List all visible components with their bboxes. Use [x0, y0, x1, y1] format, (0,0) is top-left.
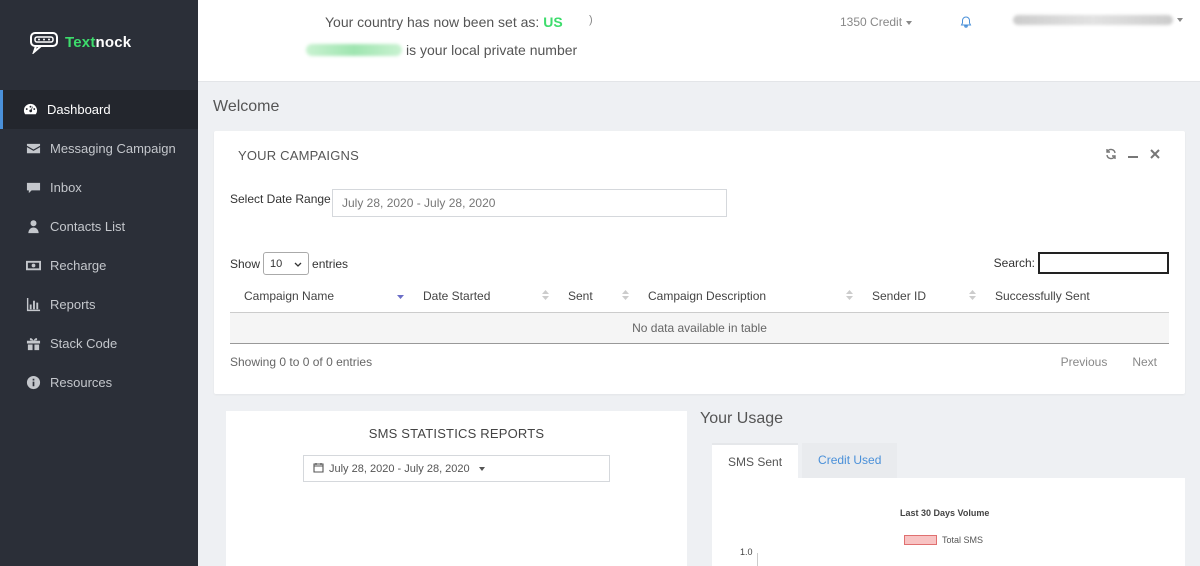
y-axis-tick: 1.0 [740, 547, 753, 557]
usage-chart: Last 30 Days Volume Total SMS 1.0 [712, 478, 1185, 566]
credit-dropdown[interactable]: 1350 Credit [840, 15, 913, 29]
sidebar-item-stack-code[interactable]: Stack Code [0, 324, 198, 363]
column-header-campaign-name[interactable]: Campaign Name [244, 289, 334, 303]
user-icon [25, 219, 41, 235]
sort-icon[interactable] [969, 289, 976, 301]
envelope-icon [25, 141, 41, 157]
date-range-input[interactable] [332, 189, 727, 217]
sidebar-item-label: Inbox [50, 180, 82, 195]
sms-statistics-panel: SMS STATISTICS REPORTS July 28, 2020 - J… [226, 411, 687, 566]
entries-length-control: Show 10 entries [230, 252, 348, 275]
country-code: US [543, 14, 563, 30]
sms-statistics-title: SMS STATISTICS REPORTS [368, 426, 545, 441]
table-search: Search: [994, 252, 1169, 274]
sidebar-item-contacts-list[interactable]: Contacts List [0, 207, 198, 246]
table-header: Campaign Name Date Started Sent Campaign… [230, 279, 1169, 313]
sidebar-item-label: Stack Code [50, 336, 118, 351]
minimize-icon[interactable] [1127, 148, 1139, 160]
pagination: Previous Next [1061, 355, 1157, 369]
sidebar-item-reports[interactable]: Reports [0, 285, 198, 324]
sidebar-item-label: Messaging Campaign [50, 141, 176, 156]
sidebar-item-resources[interactable]: Resources [0, 363, 198, 402]
brand-logo[interactable]: Textnock [30, 30, 132, 56]
user-account-dropdown[interactable] [1013, 15, 1183, 25]
next-button[interactable]: Next [1132, 355, 1157, 369]
dashboard-icon [22, 102, 38, 118]
usage-tabs: SMS Sent Credit Used [712, 443, 898, 478]
column-header-campaign-description[interactable]: Campaign Description [648, 289, 766, 303]
sms-date-range-picker[interactable]: July 28, 2020 - July 28, 2020 [303, 455, 610, 482]
panel-tools [1105, 148, 1161, 160]
search-input[interactable] [1038, 252, 1169, 274]
date-range-label: Select Date Range [230, 192, 331, 206]
panel-title: YOUR CAMPAIGNS [238, 148, 360, 163]
sort-icon[interactable] [622, 289, 629, 301]
table-info: Showing 0 to 0 of 0 entries [230, 355, 373, 369]
column-header-sender-id[interactable]: Sender ID [872, 289, 926, 303]
y-axis-line [757, 553, 758, 566]
column-header-sent[interactable]: Sent [568, 289, 593, 303]
sidebar-item-label: Dashboard [47, 102, 111, 117]
gift-icon [25, 336, 41, 352]
sidebar: Textnock Dashboard Messaging Campaign In… [0, 0, 198, 566]
column-header-date-started[interactable]: Date Started [423, 289, 490, 303]
refresh-icon[interactable] [1105, 148, 1117, 160]
redacted-email [1013, 15, 1173, 25]
private-number-notice: is your local private number [306, 42, 577, 58]
column-header-successfully-sent[interactable]: Successfully Sent [995, 289, 1090, 303]
sidebar-item-label: Resources [50, 375, 113, 390]
sidebar-item-label: Recharge [50, 258, 107, 273]
sort-desc-icon[interactable] [397, 289, 404, 301]
caret-down-icon [1177, 18, 1183, 22]
sidebar-item-label: Reports [50, 297, 96, 312]
tab-sms-sent[interactable]: SMS Sent [712, 443, 799, 478]
chat-icon [25, 180, 41, 196]
campaigns-panel: YOUR CAMPAIGNS Select Date Range Show 10… [214, 131, 1185, 394]
brand-name: Textnock [65, 33, 132, 51]
page-title: Welcome [213, 98, 280, 115]
sort-icon[interactable] [846, 289, 853, 301]
calendar-icon [313, 462, 324, 476]
sidebar-item-dashboard[interactable]: Dashboard [0, 90, 198, 129]
caret-down-icon [906, 20, 913, 25]
close-icon[interactable] [1149, 148, 1161, 160]
sidebar-item-inbox[interactable]: Inbox [0, 168, 198, 207]
money-icon [25, 258, 41, 274]
bar-chart-icon [25, 297, 41, 313]
sort-icon[interactable] [542, 289, 549, 301]
info-icon [25, 375, 41, 391]
sidebar-item-recharge[interactable]: Recharge [0, 246, 198, 285]
country-notice: Your country has now been set as: US [325, 14, 563, 30]
redacted-phone-number [306, 44, 402, 56]
previous-button[interactable]: Previous [1061, 355, 1108, 369]
chart-legend[interactable]: Total SMS [904, 535, 983, 545]
top-header: Your country has now been set as: US ) is… [198, 0, 1200, 82]
caret-down-icon [478, 466, 485, 471]
usage-title: Your Usage [700, 410, 784, 427]
notice-paren: ) [589, 14, 593, 26]
sidebar-nav: Dashboard Messaging Campaign Inbox Conta… [0, 90, 198, 402]
table-empty-row: No data available in table [230, 313, 1169, 344]
chart-title: Last 30 Days Volume [900, 508, 990, 518]
bell-icon[interactable] [960, 16, 972, 28]
legend-swatch [904, 535, 937, 545]
sidebar-item-label: Contacts List [50, 219, 126, 234]
tab-credit-used[interactable]: Credit Used [802, 443, 898, 478]
chevron-down-icon [294, 258, 302, 270]
entries-select[interactable]: 10 [263, 252, 310, 275]
sidebar-item-messaging-campaign[interactable]: Messaging Campaign [0, 129, 198, 168]
chat-bubble-logo-icon [30, 30, 62, 56]
